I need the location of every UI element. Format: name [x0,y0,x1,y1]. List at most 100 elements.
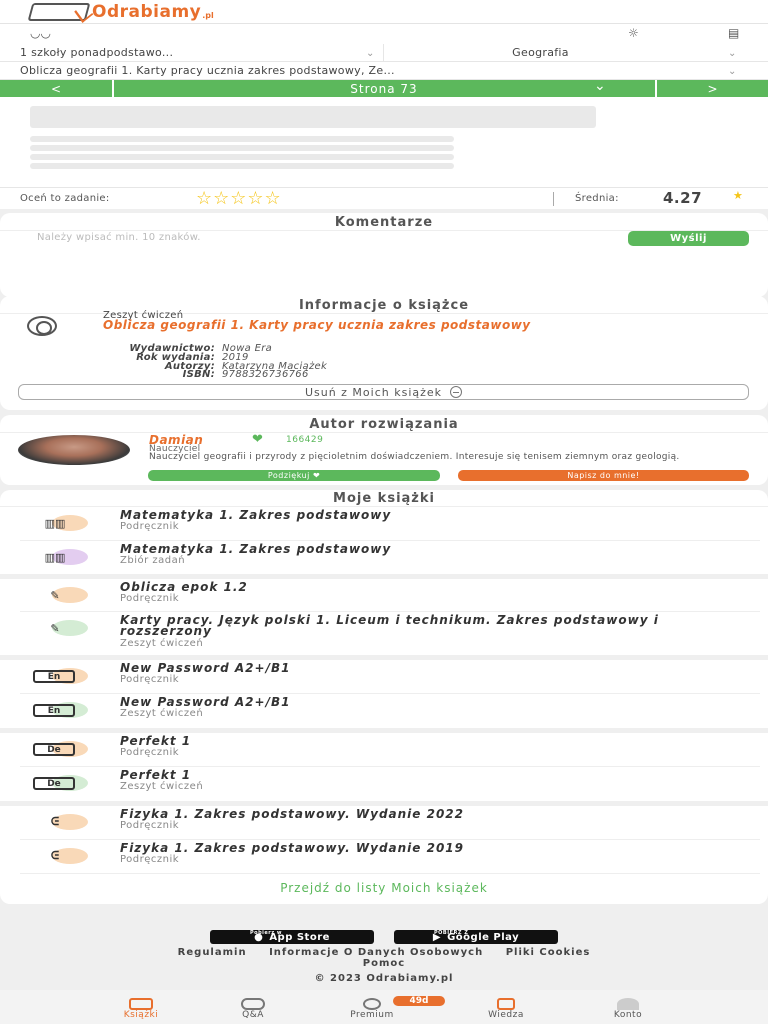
page-label: Strona 73 [350,81,418,96]
book-item-title: Oblicza epok 1.2 [120,580,248,594]
premium-days-badge: 49d [393,996,445,1006]
nav-books[interactable]: Książki [91,990,191,1024]
cookies-link[interactable]: Pliki Cookies [506,947,591,958]
book-list-item[interactable]: ✎ Karty pracy. Język polski 1. Liceum i … [0,612,768,654]
book-list-item[interactable]: ▥▥ Matematyka 1. Zakres podstawowy Zbiór… [0,541,768,575]
chevron-down-icon[interactable]: ⌄ [594,78,606,94]
book-list-item[interactable]: ✎ Oblicza epok 1.2 Podręcznik [0,579,768,613]
send-comment-button[interactable]: Wyślij [628,231,749,246]
book-list-item[interactable]: En New Password A2+/B1 Podręcznik [0,660,768,694]
divider [0,432,768,433]
author-title: Autor rozwiązania [309,417,459,432]
google-play-small-label: POBIERZ Z [434,930,469,936]
school-level-select[interactable]: 1 szkoły ponadpodstawo... [20,44,360,61]
thanks-button[interactable]: Podziękuj ❤ [148,470,440,481]
logo-suffix: .pl [202,10,214,20]
terms-link[interactable]: Regulamin [178,947,247,958]
rating-label: Oceń to zadanie: [20,193,110,204]
google-play-button[interactable]: POBIERZ Z ▶ Google Play [394,930,558,944]
book-title: Oblicza geografii 1. Karty pracy ucznia … [103,318,531,332]
nav-account-label: Konto [613,1010,643,1020]
skeleton-line [30,145,454,151]
book-item-title: Perfekt 1 [120,734,192,748]
skeleton-line [30,136,454,142]
book-item-title: Perfekt 1 [120,768,192,782]
my-books-list-link[interactable]: Przejdź do listy Moich książek [0,881,768,895]
books-icon [129,998,153,1010]
book-item-subtitle: Podręcznik [120,521,180,532]
copyright: © 2023 Odrabiamy.pl [314,973,454,984]
nav-premium-label: Premium [350,1010,394,1020]
skeleton-line [30,154,454,160]
book-select[interactable]: Oblicza geografii 1. Karty pracy ucznia … [20,62,700,79]
nav-knowledge-label: Wiedza [488,1010,524,1020]
minus-circle-icon [450,386,463,398]
book-list-item[interactable]: De Perfekt 1 Zeszyt ćwiczeń [0,767,768,801]
comments-card: Komentarze Należy wpisać min. 10 znaków.… [0,213,768,297]
solution-content [0,97,768,187]
book-filter-row: Oblicza geografii 1. Karty pracy ucznia … [0,62,768,80]
book-info-card: Informacje o książce Zeszyt ćwiczeń Obli… [0,296,768,410]
book-item-title: New Password A2+/B1 [120,695,291,709]
notebook-icon[interactable]: ▤ [728,26,739,40]
book-item-subtitle: Zeszyt ćwiczeń [120,708,204,719]
nav-account[interactable]: Konto [578,990,678,1024]
magnet-icon: ᕮ [50,815,60,828]
app-store-button[interactable]: Pobierz w ● App Store [210,930,374,944]
divider [553,192,554,206]
avatar[interactable] [18,435,130,465]
prev-page-button[interactable]: < [0,80,112,97]
account-icon [617,998,639,1010]
message-author-button[interactable]: Napisz do mnie! [458,470,749,481]
book-item-subtitle: Podręcznik [120,820,180,831]
book-list-item[interactable]: De Perfekt 1 Podręcznik [0,733,768,767]
isbn-value: 9788326736766 [222,369,309,380]
nav-knowledge[interactable]: Wiedza [456,990,556,1024]
pen-icon: ✎ [50,588,60,602]
average-value: 4.27 [663,189,703,207]
comment-input[interactable]: Należy wpisać min. 10 znaków. [37,232,201,243]
page-select[interactable]: Strona 73 [114,80,654,97]
next-page-button[interactable]: > [657,80,768,97]
logo-text: Odrabiamy [92,2,202,22]
nav-qa[interactable]: Q&A [203,990,303,1024]
my-books-title: Moje książki [333,491,435,506]
book-item-title: Fizyka 1. Zakres podstawowy. Wydanie 202… [120,807,465,821]
skeleton-line [30,106,596,128]
privacy-link[interactable]: Informacje O Danych Osobowych [269,947,483,958]
help-link[interactable]: Pomoc [0,958,768,969]
glasses-icon[interactable]: ◡◡ [30,26,51,40]
chevron-down-icon[interactable]: ⌄ [728,48,736,59]
globe-icon [27,316,57,336]
book-list-item[interactable]: ᕮ Fizyka 1. Zakres podstawowy. Wydanie 2… [0,840,768,874]
bulb-icon[interactable]: ☼ [628,26,639,40]
book-item-subtitle: Podręcznik [120,674,180,685]
logo[interactable]: Odrabiamy .pl [27,1,214,23]
subject-select[interactable]: Geografia [383,44,698,61]
magnet-icon: ᕮ [50,849,60,862]
en-icon: En [33,670,75,683]
author-bio: Nauczyciel geografii i przyrody z pięcio… [149,452,680,462]
bottom-nav: Książki Q&A Premium Wiedza Konto [0,990,768,1024]
book-list-item[interactable]: En New Password A2+/B1 Zeszyt ćwiczeń [0,694,768,728]
book-item-subtitle: Zbiór zadań [120,555,186,566]
book-list-item[interactable]: ▥▥ Matematyka 1. Zakres podstawowy Podrę… [0,507,768,541]
chevron-down-icon[interactable]: ⌄ [728,66,736,77]
nav-books-label: Książki [123,1010,159,1020]
app-store-small-label: Pobierz w [250,930,283,936]
logo-icon [27,3,91,21]
my-books-card: Moje książki ▥▥ Matematyka 1. Zakres pod… [0,490,768,904]
book-item-subtitle: Zeszyt ćwiczeń [120,781,204,792]
rating-stars[interactable]: ☆☆☆☆☆ [196,188,282,209]
remove-book-label: Usuń z Moich książek [304,385,443,399]
book-item-title: New Password A2+/B1 [120,661,291,675]
book-list-item[interactable]: ᕮ Fizyka 1. Zakres podstawowy. Wydanie 2… [0,806,768,840]
chevron-down-icon[interactable]: ⌄ [366,48,374,59]
comments-title: Komentarze [334,215,434,230]
author-card: Autor rozwiązania Damian ❤ 166429 Nauczy… [0,415,768,485]
remove-book-button[interactable]: Usuń z Moich książek [18,384,749,400]
book-item-subtitle: Zeszyt ćwiczeń [120,638,204,649]
abacus-icon: ▥▥ [44,516,66,530]
sub-toolbar: ◡◡ ☼ ▤ [0,24,768,44]
en-icon: En [33,704,75,717]
